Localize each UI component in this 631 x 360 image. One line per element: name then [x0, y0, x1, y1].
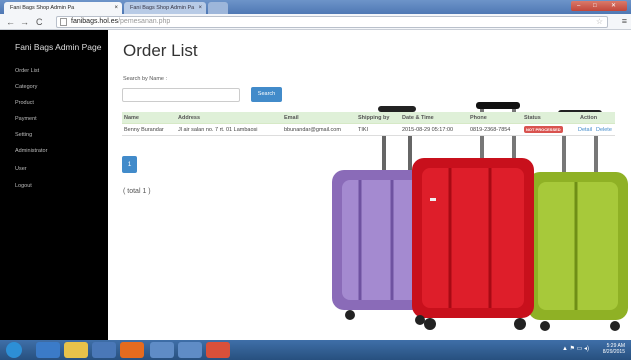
start-button[interactable] — [6, 342, 22, 358]
windows-taskbar: ▲ ⚑ ▭ ◂) 5:29 AM 8/29/2015 — [0, 340, 631, 360]
close-tab-icon[interactable]: × — [198, 2, 202, 14]
delete-link[interactable]: Delete — [596, 124, 612, 136]
status-badge: NOT PROCESSED — [524, 124, 563, 136]
header-name: Name — [124, 115, 139, 121]
sidebar-item-setting[interactable]: Setting — [15, 132, 32, 138]
header-email: Email — [284, 115, 299, 121]
url-path: /pemesanan.php — [118, 18, 171, 25]
header-address: Address — [178, 115, 201, 121]
header-status: Status — [524, 115, 541, 121]
tab-label: Fani Bags Shop Admin Pa — [130, 5, 195, 11]
reload-icon[interactable]: C — [36, 16, 43, 28]
pagination-page-1[interactable]: 1 — [122, 156, 137, 173]
table-row: Benny Burandar Jl air salan no. 7 rt. 01… — [122, 124, 615, 136]
sidebar-item-administrator[interactable]: Administrator — [15, 148, 47, 154]
minimize-icon[interactable]: – — [577, 1, 580, 11]
system-tray-icons[interactable]: ▲ ⚑ ▭ ◂) — [562, 345, 589, 352]
browser-tab-strip: Fani Bags Shop Admin Pa × Fani Bags Shop… — [0, 0, 631, 14]
search-input[interactable] — [122, 88, 240, 102]
back-icon[interactable]: ← — [6, 16, 15, 28]
page-icon — [60, 18, 67, 26]
forward-icon[interactable]: → — [20, 16, 29, 28]
status-badge-label: NOT PROCESSED — [524, 126, 563, 133]
orders-table: Name Address Email Shipping by Date & Ti… — [122, 112, 615, 136]
sidebar-item-category[interactable]: Category — [15, 84, 37, 90]
main-content: Order List Search by Name : Search Name … — [108, 30, 631, 340]
suitcases-image — [332, 102, 628, 331]
cell-name: Benny Burandar — [124, 127, 164, 133]
clock-date: 8/29/2015 — [602, 349, 625, 355]
tab-label: Fani Bags Shop Admin Pa — [10, 5, 75, 11]
sidebar-item-user[interactable]: User — [15, 166, 27, 172]
address-bar: ← → C fanibags.hol.es/pemesanan.php ☆ ≡ — [0, 14, 631, 30]
app-taskbar-icon[interactable] — [178, 342, 202, 358]
taskbar-clock[interactable]: 5:29 AM 8/29/2015 — [603, 343, 625, 355]
maximize-icon[interactable]: □ — [593, 1, 597, 11]
search-button[interactable]: Search — [251, 87, 282, 102]
menu-icon[interactable]: ≡ — [622, 16, 627, 26]
cell-phone: 0819-2368-7854 — [470, 127, 511, 133]
cell-email: bbunandar@gmail.com — [284, 127, 341, 133]
cell-datetime: 2015-08-29 05:17:00 — [402, 127, 454, 133]
close-window-icon[interactable]: ✕ — [611, 1, 616, 11]
app-taskbar-icon[interactable] — [150, 342, 174, 358]
table-header-row: Name Address Email Shipping by Date & Ti… — [122, 112, 615, 124]
firefox-taskbar-icon[interactable] — [120, 342, 144, 358]
total-count: ( total 1 ) — [123, 188, 151, 195]
header-shipping: Shipping by — [358, 115, 390, 121]
media-taskbar-icon[interactable] — [92, 342, 116, 358]
detail-link[interactable]: Detail — [578, 124, 592, 136]
sidebar-item-product[interactable]: Product — [15, 100, 34, 106]
sidebar-item-logout[interactable]: Logout — [15, 183, 32, 189]
explorer-taskbar-icon[interactable] — [64, 342, 88, 358]
browser-tab-inactive[interactable]: Fani Bags Shop Admin Pa × — [124, 2, 206, 14]
new-tab-button[interactable] — [208, 2, 228, 14]
chrome-taskbar-icon[interactable] — [206, 342, 230, 358]
cell-address: Jl air salan no. 7 rt. 01 Lambaosi — [178, 127, 258, 133]
sidebar-item-order-list[interactable]: Order List — [15, 68, 39, 74]
header-phone: Phone — [470, 115, 487, 121]
brand-title[interactable]: Fani Bags Admin Page — [15, 42, 101, 52]
bookmark-star-icon[interactable]: ☆ — [596, 17, 603, 27]
search-label: Search by Name : — [123, 76, 168, 82]
sidebar: Fani Bags Admin Page Order List Category… — [0, 30, 108, 340]
cell-shipping: TIKI — [358, 127, 369, 133]
url-host: fanibags.hol.es — [71, 18, 119, 25]
page-title: Order List — [123, 41, 198, 60]
header-datetime: Date & Time — [402, 115, 434, 121]
window-controls[interactable]: – □ ✕ — [571, 1, 627, 11]
browser-tab-active[interactable]: Fani Bags Shop Admin Pa × — [4, 2, 122, 14]
sidebar-item-payment[interactable]: Payment — [15, 116, 37, 122]
header-action: Action — [580, 115, 598, 121]
ie-taskbar-icon[interactable] — [36, 342, 60, 358]
close-tab-icon[interactable]: × — [114, 2, 118, 14]
url-input[interactable]: fanibags.hol.es/pemesanan.php ☆ — [56, 16, 608, 28]
